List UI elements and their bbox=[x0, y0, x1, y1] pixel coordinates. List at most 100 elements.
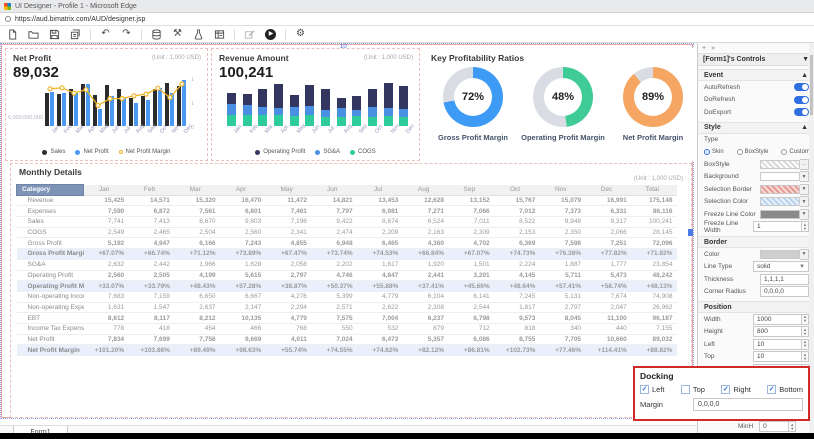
table-row[interactable]: Expenses7,5906,8727,5616,8017,4617,7976,… bbox=[17, 206, 678, 217]
checkbox-checked-icon[interactable]: ✓ bbox=[721, 385, 730, 394]
table-row[interactable]: Operating Profit2,5602,5054,1995,6152,79… bbox=[17, 270, 678, 281]
column-header[interactable]: Aug bbox=[403, 185, 449, 196]
section-header-border[interactable]: Border bbox=[698, 236, 814, 248]
selection-handle[interactable] bbox=[688, 229, 693, 236]
undo-icon[interactable]: ↶ bbox=[99, 28, 112, 41]
table-row[interactable]: COGS2,5492,4652,5042,5602,3412,4742,2092… bbox=[17, 227, 678, 238]
column-header[interactable]: Mar bbox=[175, 185, 221, 196]
column-header[interactable]: Nov bbox=[540, 185, 586, 196]
radio-dot-icon[interactable] bbox=[737, 149, 743, 155]
column-header[interactable]: Oct bbox=[495, 185, 541, 196]
value-input[interactable]: 800 bbox=[753, 326, 802, 337]
save-all-icon[interactable] bbox=[69, 28, 82, 41]
dock-option-left[interactable]: ✓Left bbox=[640, 385, 665, 394]
swatch-blue-swatch[interactable] bbox=[760, 197, 800, 206]
column-header[interactable]: Dec bbox=[586, 185, 632, 196]
swatch-checker-swatch[interactable] bbox=[760, 160, 800, 169]
column-header[interactable]: May bbox=[266, 185, 312, 196]
chevron-down-icon[interactable]: ▼ bbox=[802, 56, 809, 63]
toggle-dorefresh[interactable] bbox=[794, 96, 809, 104]
page-info-icon[interactable] bbox=[5, 16, 11, 22]
radio-custom[interactable]: Custom bbox=[781, 149, 810, 155]
controls-header[interactable]: [Form1]'s Controls ▼ bbox=[698, 53, 814, 66]
swatch-white-swatch[interactable] bbox=[760, 172, 800, 181]
collapse-panel-icon[interactable]: » bbox=[711, 45, 715, 52]
chevron-down-icon[interactable]: ▼ bbox=[799, 264, 805, 270]
minh-value[interactable]: 0 bbox=[759, 421, 789, 432]
table-row[interactable]: Net Profit Margin+101.20%+103.86%+89.49%… bbox=[17, 345, 678, 356]
dock-option-top[interactable]: Top bbox=[681, 385, 705, 394]
ellipsis-button[interactable]: … bbox=[800, 159, 809, 170]
column-header-category[interactable]: Category bbox=[17, 185, 84, 196]
open-folder-icon[interactable] bbox=[27, 28, 40, 41]
value-input[interactable]: 0,0,0,0 bbox=[760, 286, 809, 297]
column-header[interactable]: Jan bbox=[84, 185, 130, 196]
control-left[interactable]: 10▲▼ bbox=[753, 339, 809, 350]
radio-dot-icon[interactable] bbox=[704, 149, 710, 155]
dropdown-arrow-icon[interactable]: ▼ bbox=[800, 196, 809, 207]
column-header[interactable]: Feb bbox=[129, 185, 175, 196]
minh-spinner[interactable]: 0 ▲▼ bbox=[759, 421, 796, 432]
ratios-card[interactable]: Key Profitability Ratios 72%Gross Profit… bbox=[423, 48, 694, 161]
control-corner-radius[interactable]: 0,0,0,0 bbox=[760, 286, 809, 297]
control-selection-border[interactable]: ▼ bbox=[760, 184, 809, 195]
section-header-event[interactable]: Event▲ bbox=[698, 69, 814, 81]
data-table-icon[interactable] bbox=[213, 28, 226, 41]
flask-icon[interactable] bbox=[192, 28, 205, 41]
column-header[interactable]: Total bbox=[632, 185, 678, 196]
radio-dot-icon[interactable] bbox=[781, 149, 787, 155]
control-line-type[interactable]: solid▼ bbox=[753, 261, 809, 272]
table-row[interactable]: Sales7,7417,4138,6709,8037,1969,4228,674… bbox=[17, 217, 678, 228]
form-canvas[interactable]: 10 500 Net Profit (Unit : 1,000 USD) 89,… bbox=[1, 44, 693, 418]
edit-icon[interactable] bbox=[243, 28, 256, 41]
table-row[interactable]: Non-operating Expense1,6311,5472,6372,14… bbox=[17, 302, 678, 313]
table-row[interactable]: Non-operating Income7,6837,1596,6506,667… bbox=[17, 291, 678, 302]
checkbox-unchecked-icon[interactable] bbox=[681, 385, 690, 394]
redo-icon[interactable]: ↷ bbox=[120, 28, 133, 41]
settings-icon[interactable]: ⚙ bbox=[294, 28, 307, 41]
control-freeze-line-width[interactable]: 1▲▼ bbox=[753, 221, 809, 232]
section-header-position[interactable]: Position bbox=[698, 301, 814, 313]
monthly-details-table[interactable]: CategoryJanFebMarAprMayJunJulAugSepOctNo… bbox=[16, 184, 677, 356]
column-header[interactable]: Jul bbox=[358, 185, 404, 196]
url-text[interactable]: https://aud.bimatrix.com/AUD/designer.js… bbox=[15, 16, 145, 23]
table-row[interactable]: Net Profit7,8347,6997,7589,6694,0117,024… bbox=[17, 334, 678, 345]
value-input[interactable]: 10 bbox=[753, 339, 802, 350]
table-row[interactable]: Revenue15,42514,57115,32016,47011,47214,… bbox=[17, 195, 678, 206]
docking-margin-input[interactable]: 0,0,0,0 bbox=[693, 398, 803, 411]
control-thickness[interactable]: 1,1,1,1 bbox=[760, 274, 809, 285]
pin-icon[interactable]: + bbox=[702, 45, 706, 52]
control-selection-color[interactable]: ▼ bbox=[760, 196, 809, 207]
spinner-arrows-icon[interactable]: ▲▼ bbox=[802, 221, 809, 232]
spinner-arrows-icon[interactable]: ▲▼ bbox=[789, 421, 796, 432]
toggle-doexport[interactable] bbox=[794, 108, 809, 116]
dock-option-bottom[interactable]: ✓Bottom bbox=[767, 385, 803, 394]
swatch-red-swatch[interactable] bbox=[760, 185, 800, 194]
control-color[interactable]: ▼ bbox=[760, 249, 809, 260]
table-row[interactable]: Gross Profit Margin+67.07%+66.74%+71.12%… bbox=[17, 249, 678, 260]
control-freeze-line-color[interactable]: ▼ bbox=[760, 209, 809, 220]
table-row[interactable]: Income Tax Expense7784184544667685505328… bbox=[17, 323, 678, 334]
dock-option-right[interactable]: ✓Right bbox=[721, 385, 751, 394]
column-header[interactable]: Sep bbox=[449, 185, 495, 196]
value-input[interactable]: 1 bbox=[753, 221, 802, 232]
table-row[interactable]: Operating Profit Margin+33.07%+33.79%+48… bbox=[17, 281, 678, 292]
new-file-icon[interactable] bbox=[6, 28, 19, 41]
control-height[interactable]: 800▲▼ bbox=[753, 326, 809, 337]
browser-urlbar[interactable]: https://aud.bimatrix.com/AUD/designer.js… bbox=[0, 13, 814, 26]
control-width[interactable]: 1000▲▼ bbox=[753, 314, 809, 325]
tools-icon[interactable]: ⚒ bbox=[171, 28, 184, 41]
chevron-up-icon[interactable]: ▲ bbox=[801, 124, 808, 131]
dropdown-arrow-icon[interactable]: ▼ bbox=[800, 184, 809, 195]
revenue-card[interactable]: Revenue Amount (Unit : 1,000 USD) 100,24… bbox=[211, 48, 420, 161]
table-row[interactable]: EBT8,6128,1178,21210,1354,7797,5757,0046… bbox=[17, 313, 678, 324]
table-row[interactable]: Gross Profit5,1924,9476,1667,2434,8556,9… bbox=[17, 238, 678, 249]
dropdown-arrow-icon[interactable]: ▼ bbox=[800, 171, 809, 182]
column-header[interactable]: Jun bbox=[312, 185, 358, 196]
checkbox-checked-icon[interactable]: ✓ bbox=[767, 385, 776, 394]
value-input[interactable]: 10 bbox=[753, 351, 802, 362]
spinner-arrows-icon[interactable]: ▲▼ bbox=[802, 326, 809, 337]
table-row[interactable]: SG&A2,6322,4421,9661,6282,0582,2021,6171… bbox=[17, 259, 678, 270]
value-input[interactable]: 1,1,1,1 bbox=[760, 274, 809, 285]
control-background[interactable]: ▼ bbox=[760, 171, 809, 182]
